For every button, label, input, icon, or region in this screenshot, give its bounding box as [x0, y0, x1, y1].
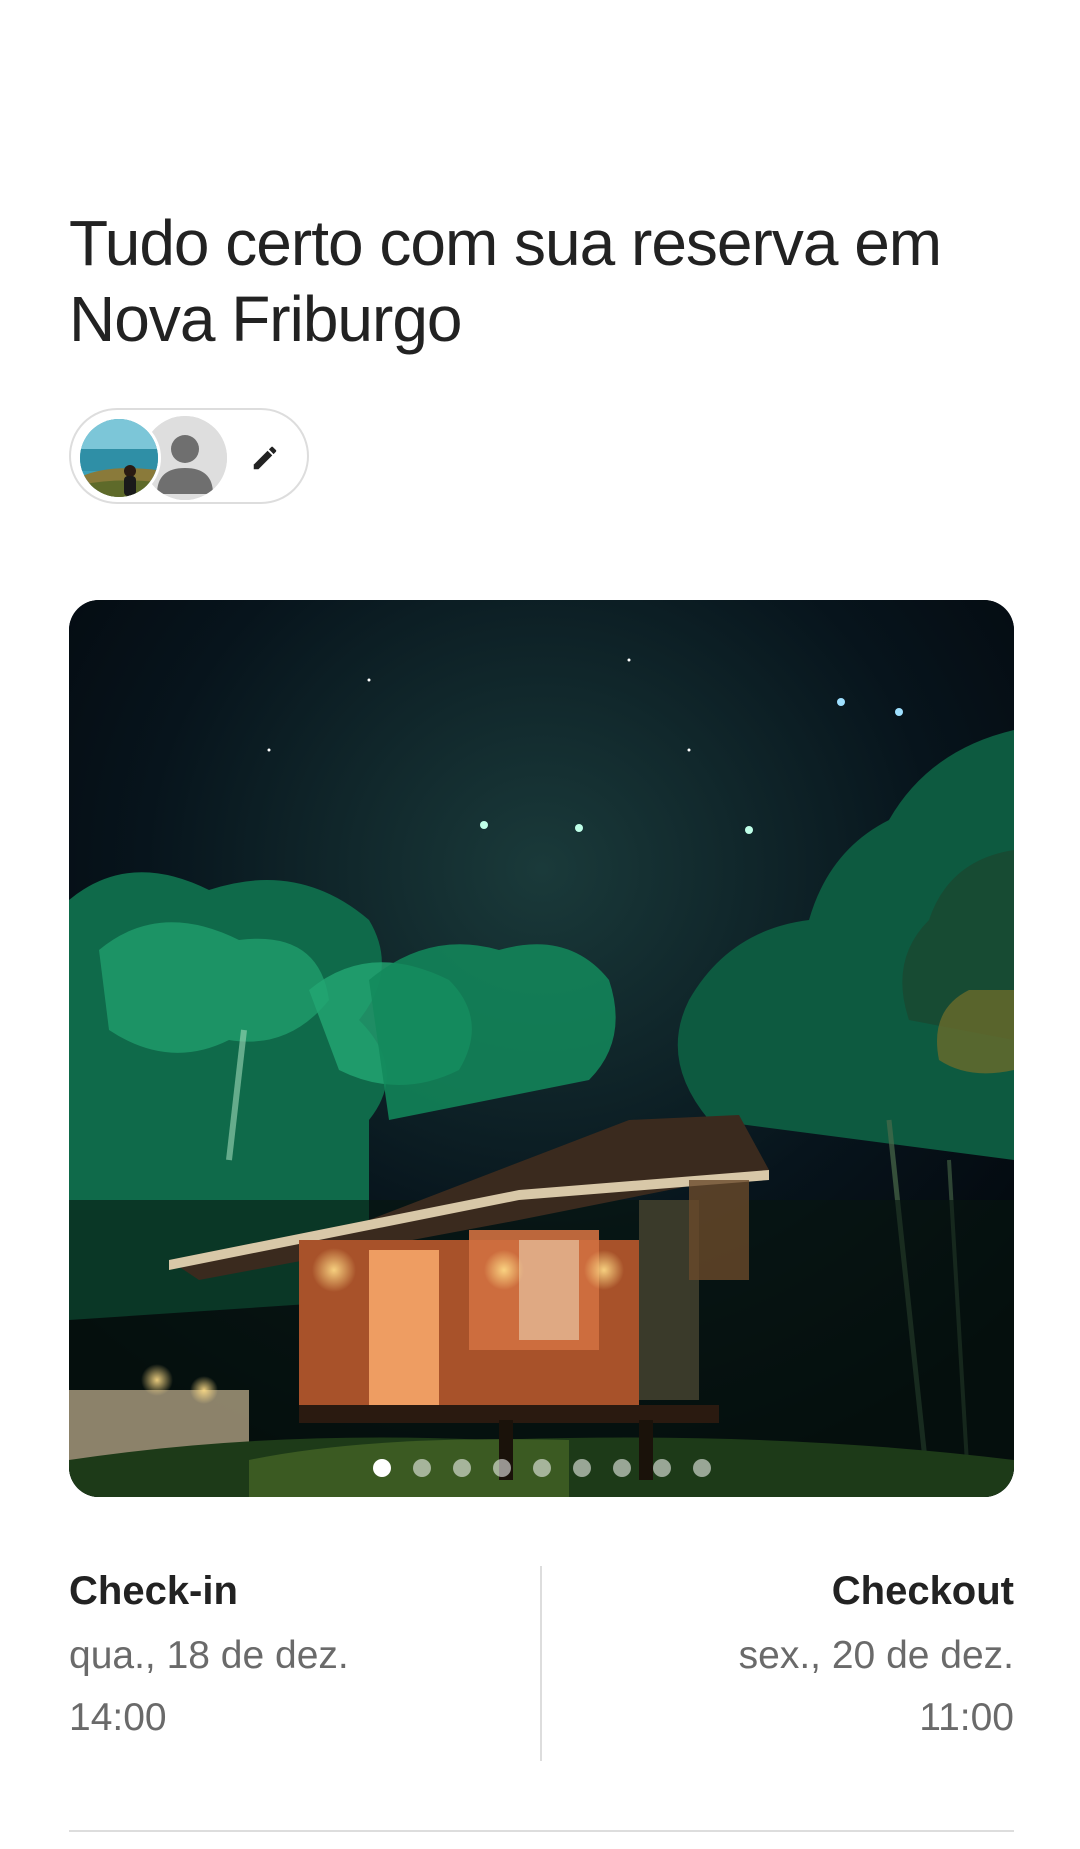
carousel-dot[interactable] [612, 1459, 631, 1477]
carousel-dot[interactable] [372, 1459, 391, 1477]
edit-guests-button[interactable] [241, 434, 289, 482]
checkin-time: 14:00 [69, 1696, 167, 1739]
carousel-pagination [69, 1459, 1014, 1477]
checkin-label: Check-in [69, 1569, 238, 1613]
carousel-dot[interactable] [572, 1459, 591, 1477]
listing-photo-cabin-night [69, 600, 1014, 1497]
pencil-icon [253, 446, 277, 470]
stay-dates: Check-in qua., 18 de dez. 14:00 Checkout… [69, 1566, 1014, 1761]
carousel-dot[interactable] [492, 1459, 511, 1477]
checkout-time: 11:00 [919, 1696, 1014, 1739]
section-divider [69, 1830, 1014, 1832]
carousel-dot[interactable] [412, 1459, 431, 1477]
carousel-dot[interactable] [692, 1459, 711, 1477]
listing-photo-carousel[interactable] [69, 600, 1014, 1497]
guest-photo-avatar [77, 416, 161, 500]
checkout-block: Checkout sex., 20 de dez. 11:00 [554, 1566, 1014, 1744]
carousel-dot[interactable] [452, 1459, 471, 1477]
guest-photo-image [80, 419, 158, 497]
checkin-date: qua., 18 de dez. [69, 1634, 349, 1677]
carousel-dot[interactable] [652, 1459, 671, 1477]
checkout-date: sex., 20 de dez. [738, 1634, 1014, 1677]
vertical-divider [540, 1566, 542, 1761]
checkout-label: Checkout [831, 1569, 1014, 1613]
checkin-block: Check-in qua., 18 de dez. 14:00 [69, 1566, 529, 1744]
carousel-dot[interactable] [532, 1459, 551, 1477]
page-title: Tudo certo com sua reserva em Nova Fribu… [69, 207, 942, 355]
reservation-confirmation-screen: Tudo certo com sua reserva em Nova Fribu… [0, 0, 1080, 1849]
guests-pill[interactable] [69, 408, 309, 504]
